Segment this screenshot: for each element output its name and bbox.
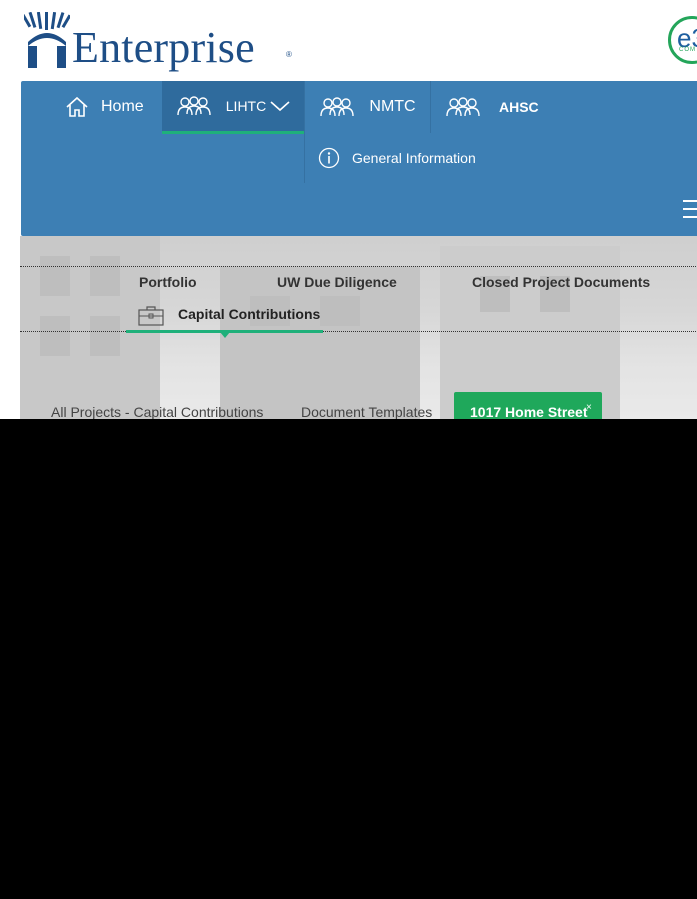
- nav-subitem-general-information[interactable]: General Information: [318, 145, 476, 171]
- enterprise-logo-text: Enterprise: [72, 23, 255, 72]
- tab-document-templates[interactable]: Document Templates: [301, 404, 432, 419]
- tab-divider-bottom: [20, 331, 697, 332]
- tab-capital-contributions[interactable]: Capital Contributions: [126, 300, 323, 333]
- tab-closed-project-documents[interactable]: Closed Project Documents: [472, 274, 650, 290]
- users-icon: [446, 97, 480, 117]
- hero-banner: Portfolio UW Due Diligence Closed Projec…: [20, 236, 697, 419]
- page: Enterprise ® e3 COM Home LIHTC: [0, 0, 697, 419]
- tab-uw-due-diligence[interactable]: UW Due Diligence: [277, 274, 397, 290]
- home-icon: [66, 96, 88, 117]
- nav-item-ahsc-label: AHSC: [499, 99, 539, 115]
- active-tab-caret: [220, 332, 230, 338]
- users-icon: [177, 96, 211, 116]
- tab-all-projects-capital-contributions[interactable]: All Projects - Capital Contributions: [51, 404, 263, 419]
- enterprise-logo-mark-icon: [24, 12, 70, 68]
- nav-item-lihtc[interactable]: LIHTC: [162, 81, 304, 134]
- e3-partner-badge[interactable]: e3 COM: [668, 16, 697, 64]
- e3-badge-subtext: COM: [679, 47, 696, 53]
- tab-divider-top: [20, 266, 697, 267]
- briefcase-icon: [138, 306, 164, 326]
- close-icon[interactable]: ×: [586, 402, 592, 413]
- nav-item-nmtc-label: NMTC: [369, 98, 416, 115]
- chevron-down-icon: [270, 101, 290, 112]
- tab-1017-home-street[interactable]: 1017 Home Street ×: [454, 392, 602, 419]
- info-icon: [318, 147, 340, 169]
- nav-item-ahsc[interactable]: AHSC: [445, 81, 565, 133]
- nav-item-nmtc[interactable]: NMTC: [304, 81, 431, 133]
- registered-mark: ®: [286, 50, 292, 59]
- tab-portfolio[interactable]: Portfolio: [139, 274, 197, 290]
- nav-item-lihtc-label: LIHTC: [225, 98, 267, 114]
- nav-item-home-label: Home: [101, 98, 144, 115]
- tab-capital-contributions-label: Capital Contributions: [178, 306, 321, 322]
- hamburger-icon[interactable]: [681, 197, 697, 221]
- nav-subitem-general-information-label: General Information: [352, 150, 476, 166]
- tab-1017-home-street-label: 1017 Home Street: [470, 404, 588, 419]
- main-navbar: Home LIHTC NMTC AHSC General Information: [21, 81, 697, 236]
- users-icon: [320, 97, 355, 117]
